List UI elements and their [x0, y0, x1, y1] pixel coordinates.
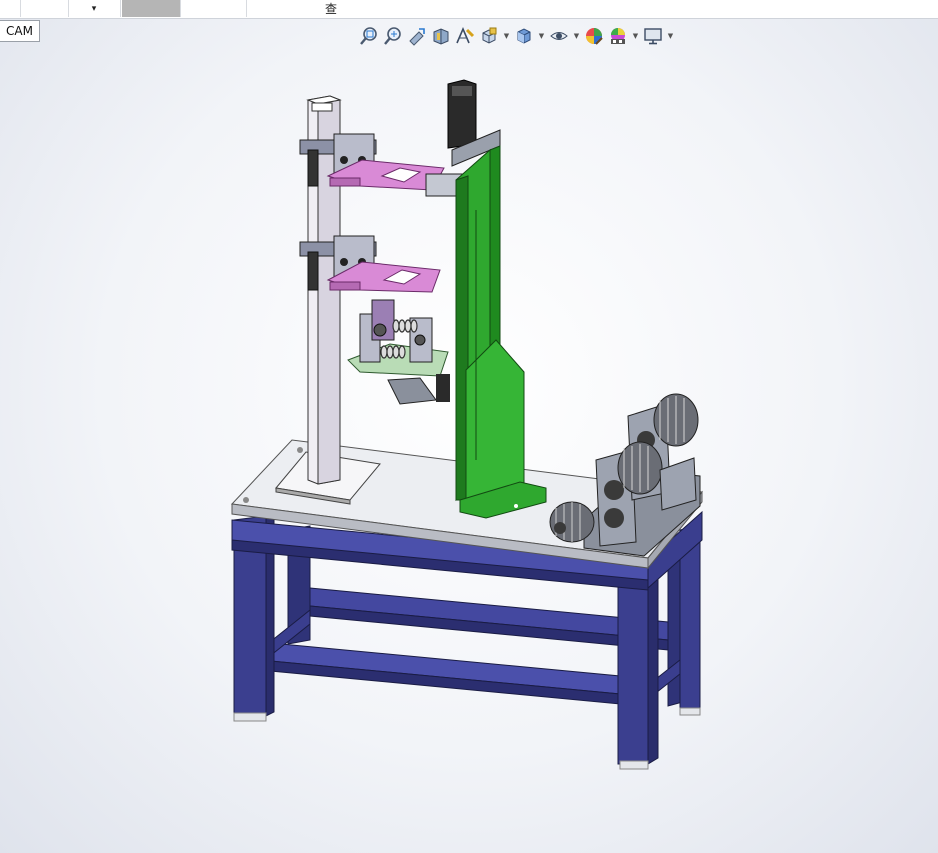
zoom-to-area-icon[interactable]	[382, 25, 404, 47]
document-tab-strip: ▾ 查	[0, 0, 938, 19]
model-viewport[interactable]	[0, 48, 938, 853]
zoom-to-fit-icon[interactable]	[358, 25, 380, 47]
edit-appearance-icon[interactable]	[583, 25, 605, 47]
heads-up-view-toolbar: ▼ ▼ ▼ ▼ ▼	[358, 24, 675, 48]
apply-scene-icon[interactable]	[607, 25, 629, 47]
view-settings-chevron-down-icon[interactable]: ▼	[666, 25, 675, 47]
view-orientation-chevron-down-icon[interactable]: ▼	[502, 25, 511, 47]
cam-tab[interactable]: CAM	[0, 20, 40, 42]
search-label: 查	[324, 2, 337, 16]
green-column	[425, 79, 547, 519]
view-orientation-icon[interactable]	[478, 25, 500, 47]
previous-view-icon[interactable]	[406, 25, 428, 47]
section-view-icon[interactable]	[430, 25, 452, 47]
view-settings-icon[interactable]	[642, 25, 664, 47]
tab-blank-1[interactable]	[0, 0, 21, 17]
apply-scene-chevron-down-icon[interactable]: ▼	[631, 25, 640, 47]
motor	[549, 501, 595, 543]
hide-show-items-icon[interactable]	[548, 25, 570, 47]
spring-assembly	[347, 299, 450, 405]
display-style-chevron-down-icon[interactable]: ▼	[537, 25, 546, 47]
display-style-icon[interactable]	[513, 25, 535, 47]
tab-active[interactable]	[122, 0, 181, 17]
tab-blank-2[interactable]	[20, 0, 69, 17]
hide-show-chevron-down-icon[interactable]: ▼	[572, 25, 581, 47]
tab-search[interactable]: 查	[246, 0, 396, 17]
tab-blank-3[interactable]	[182, 0, 247, 17]
chevron-down-icon: ▾	[91, 3, 97, 14]
dynamic-annotation-icon[interactable]	[454, 25, 476, 47]
tab-dropdown[interactable]: ▾	[68, 0, 121, 17]
